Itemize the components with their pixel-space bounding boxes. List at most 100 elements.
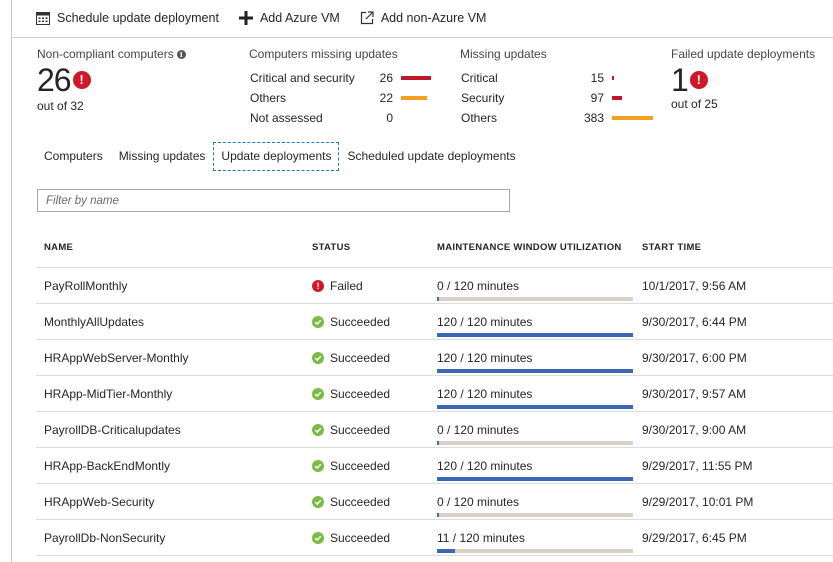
- add-non-azure-vm-label: Add non-Azure VM: [380, 11, 487, 25]
- status-text: Succeeded: [330, 315, 391, 329]
- metric-row[interactable]: Security 97: [461, 91, 661, 107]
- deployment-status: Succeeded: [312, 495, 390, 509]
- checkmark-icon: [312, 388, 324, 400]
- utilization-bar-fill: [437, 549, 455, 553]
- status-text: Succeeded: [330, 351, 391, 365]
- deployment-start-time: 9/29/2017, 10:01 PM: [642, 495, 754, 509]
- metric-row[interactable]: Critical and security 26: [250, 71, 450, 87]
- alert-icon: !: [689, 71, 708, 89]
- deployment-name: PayrollDb-NonSecurity: [44, 531, 166, 545]
- column-header-status[interactable]: STATUS: [312, 242, 350, 253]
- utilization-label: 11 / 120 minutes: [437, 531, 525, 545]
- table-row[interactable]: MonthlyAllUpdates Succeeded 120 / 120 minu…: [36, 304, 833, 340]
- utilization-bar-track: [437, 333, 633, 337]
- deployment-status: Succeeded: [312, 351, 390, 365]
- utilization-label: 0 / 120 minutes: [437, 495, 520, 509]
- table-row[interactable]: HRAppWebServer-Monthly Succeeded 120 / 120…: [36, 340, 833, 376]
- deployment-start-time: 10/1/2017, 9:56 AM: [642, 279, 747, 293]
- utilization-bar-track: [437, 477, 633, 481]
- table-row[interactable]: HRApp-BackEndMontly Succeeded 120 / 120 mi…: [36, 448, 833, 484]
- metric-row[interactable]: Critical 15: [461, 71, 661, 87]
- table-row[interactable]: HRAppWeb-Security Succeeded 0 / 120 minute…: [36, 484, 833, 520]
- maintenance-utilization: 120 / 120 minutes: [437, 459, 633, 481]
- deployment-name: HRAppWebServer-Monthly: [44, 351, 189, 365]
- deployment-status: Succeeded: [312, 423, 390, 437]
- column-header-name[interactable]: NAME: [44, 242, 73, 253]
- table-row[interactable]: PayrollDb-NonSecurity Succeeded 11 / 120 m…: [36, 520, 833, 556]
- metric-row[interactable]: Not assessed 0: [250, 111, 450, 127]
- deployment-name: MonthlyAllUpdates: [44, 315, 145, 329]
- deployment-name: HRApp-BackEndMontly: [44, 459, 171, 473]
- utilization-bar-track: [437, 405, 633, 409]
- status-text: Failed: [330, 279, 363, 293]
- add-non-azure-vm-button[interactable]: Add non-Azure VM: [360, 11, 487, 25]
- utilization-bar-fill: [437, 477, 633, 481]
- metric-label: Not assessed: [250, 111, 323, 125]
- failed-deployments-title: Failed update deployments: [671, 47, 816, 61]
- utilization-bar-fill: [437, 297, 439, 301]
- utilization-bar-track: [437, 369, 633, 373]
- info-icon[interactable]: i: [176, 50, 186, 59]
- tab-scheduled-update-deployments[interactable]: Scheduled update deployments: [339, 142, 523, 171]
- computers-missing-title: Computers missing updates: [249, 47, 398, 61]
- utilization-bar-fill: [437, 441, 439, 445]
- failed-deployments-count[interactable]: 1 !: [671, 63, 708, 97]
- schedule-update-deployment-label: Schedule update deployment: [57, 11, 219, 25]
- calendar-icon: [36, 12, 50, 25]
- table-row[interactable]: PayrollDB-Criticalupdates Succeeded 0 / 12…: [36, 412, 833, 448]
- schedule-update-deployment-button[interactable]: Schedule update deployment: [36, 11, 219, 25]
- failed-deployments-value: 1: [671, 62, 689, 98]
- table-row[interactable]: PayRollMonthly! Failed 0 / 120 minutes 10/1…: [36, 268, 833, 304]
- metric-bar: [612, 76, 614, 80]
- utilization-bar-track: [437, 441, 633, 445]
- alert-icon: !: [72, 71, 91, 89]
- metric-bar: [612, 96, 622, 100]
- checkmark-icon: [312, 352, 324, 364]
- metric-bar: [612, 116, 653, 120]
- metric-row[interactable]: Others 383: [461, 111, 661, 127]
- utilization-bar-fill: [437, 513, 439, 517]
- tab-computers[interactable]: Computers: [36, 142, 111, 171]
- status-text: Succeeded: [330, 531, 391, 545]
- checkmark-icon: [312, 424, 324, 436]
- plus-icon: [238, 11, 253, 25]
- missing-updates-title: Missing updates: [460, 47, 547, 61]
- noncompliant-title: Non-compliant computers i: [37, 47, 186, 61]
- metric-label: Security: [461, 91, 505, 105]
- metric-value: 22: [379, 91, 393, 105]
- deployment-name: PayRollMonthly: [44, 279, 128, 293]
- deployment-start-time: 9/29/2017, 6:45 PM: [642, 531, 747, 545]
- utilization-bar-track: [437, 297, 633, 301]
- metric-value: 383: [583, 111, 604, 125]
- deployment-name: HRAppWeb-Security: [44, 495, 155, 509]
- deployment-status: Succeeded: [312, 387, 390, 401]
- filter-by-name-input[interactable]: [37, 189, 510, 212]
- metric-row[interactable]: Others 22: [250, 91, 450, 107]
- tab-strip: Computers Missing updates Update deploym…: [36, 142, 524, 171]
- tab-missing-updates[interactable]: Missing updates: [111, 142, 214, 171]
- deployment-start-time: 9/30/2017, 6:00 PM: [642, 351, 747, 365]
- deployment-status: Succeeded: [312, 459, 390, 473]
- tab-update-deployments[interactable]: Update deployments: [213, 142, 340, 171]
- maintenance-utilization: 120 / 120 minutes: [437, 315, 633, 337]
- deployment-start-time: 9/30/2017, 9:57 AM: [642, 387, 747, 401]
- maintenance-utilization: 0 / 120 minutes: [437, 495, 633, 517]
- metric-label: Others: [250, 91, 287, 105]
- deployment-status: ! Failed: [312, 279, 363, 293]
- noncompliant-count[interactable]: 26 !: [37, 63, 91, 97]
- error-icon: !: [312, 280, 324, 292]
- checkmark-icon: [312, 316, 324, 328]
- maintenance-utilization: 0 / 120 minutes: [437, 423, 633, 445]
- column-header-start-time[interactable]: START TIME: [642, 242, 701, 253]
- utilization-bar-fill: [437, 369, 633, 373]
- toolbar-divider: [11, 37, 833, 38]
- maintenance-utilization: 120 / 120 minutes: [437, 351, 633, 373]
- utilization-label: 0 / 120 minutes: [437, 279, 520, 293]
- column-header-maintenance-window[interactable]: MAINTENANCE WINDOW UTILIZATION: [437, 242, 622, 253]
- add-azure-vm-button[interactable]: Add Azure VM: [238, 11, 340, 25]
- noncompliant-title-text: Non-compliant computers: [37, 47, 174, 61]
- table-row[interactable]: HRApp-MidTier-Monthly Succeeded 120 / 120 …: [36, 376, 833, 412]
- left-border: [11, 0, 12, 562]
- status-text: Succeeded: [330, 459, 391, 473]
- utilization-label: 0 / 120 minutes: [437, 423, 520, 437]
